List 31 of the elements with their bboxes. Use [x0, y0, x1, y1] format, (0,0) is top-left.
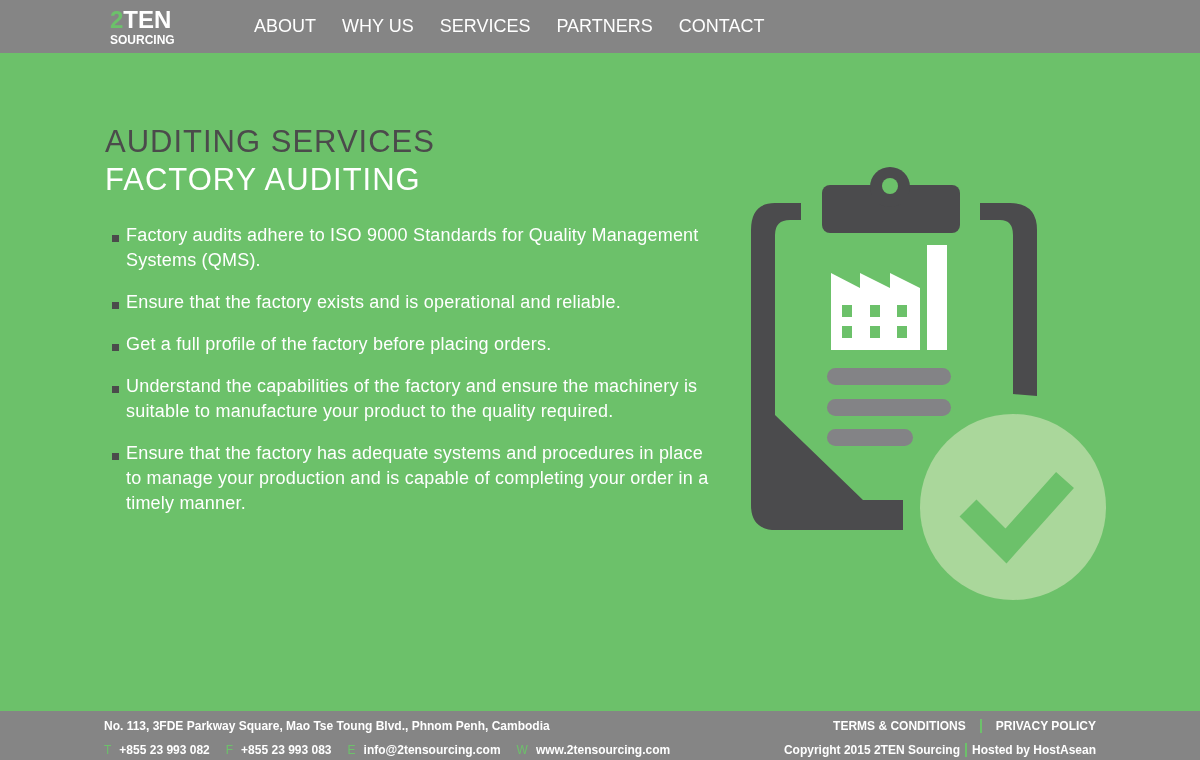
bullet-text: Understand the capabilities of the factory and ensure the machinery is suitable to manufacture your product to the quality required. — [126, 375, 699, 423]
nav-link[interactable]: CONTACT — [678, 13, 765, 40]
page-subtitle: FACTORY AUDITING — [105, 161, 422, 199]
contact-label: E — [347, 742, 356, 759]
contact-label: F — [225, 742, 234, 759]
hosted-by-text: Hosted by HostAsean — [971, 742, 1096, 759]
nav-link[interactable]: WHY US — [342, 13, 414, 40]
bullet-icon — [112, 302, 119, 309]
bullet-icon — [112, 344, 119, 351]
contact-label: T — [104, 742, 112, 759]
contact-value: +855 23 993 083 — [241, 742, 332, 759]
nav-link[interactable]: SERVICES — [439, 13, 531, 40]
contact-value: www.2tensourcing.com — [535, 742, 671, 759]
page-title: AUDITING SERVICES — [105, 123, 436, 161]
nav-link[interactable]: PARTNERS — [556, 13, 653, 40]
contact-value: info@2tensourcing.com — [363, 742, 501, 759]
footer-link[interactable]: TERMS & CONDITIONS — [833, 717, 966, 735]
address-text: No. 113, 3FDE Parkway Square, Mao Tse Toung Blvd., Phnom Penh, Cambodia — [104, 718, 551, 735]
bullet-text: Factory audits adhere to ISO 9000 Standards for Quality Management Systems (QMS). — [126, 224, 700, 272]
bullet-text: Ensure that the factory has adequate systems and procedures in place to manage your production and is capable of completing your order in a timely manner. — [126, 442, 710, 515]
bullet-icon — [112, 386, 119, 393]
contact-label: W — [516, 742, 528, 759]
bullet-icon — [112, 453, 119, 460]
contact-value: +855 23 993 082 — [119, 742, 210, 759]
bullet-icon — [112, 235, 119, 242]
footer-link[interactable]: PRIVACY POLICY — [995, 717, 1096, 735]
bullet-text: Get a full profile of the factory before placing orders. — [126, 333, 552, 356]
logo[interactable]: 2TEN SOURCING — [110, 7, 254, 46]
bullet-text: Ensure that the factory exists and is operational and reliable. — [126, 291, 621, 314]
copyright-text: Copyright 2015 2TEN Sourcing — [783, 742, 960, 759]
nav-link[interactable]: ABOUT — [254, 13, 316, 40]
